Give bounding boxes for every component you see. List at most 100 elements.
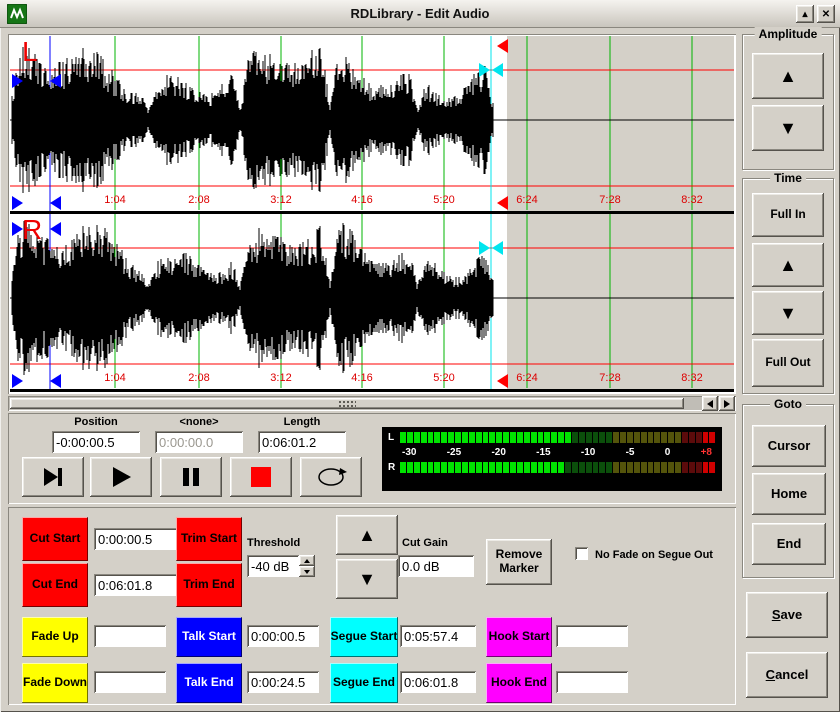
segue-end-field[interactable] (400, 671, 476, 693)
threshold-spinbox[interactable] (247, 555, 315, 577)
close-button[interactable]: ✕ (817, 5, 835, 23)
threshold-field[interactable] (247, 555, 299, 577)
scroll-right-icon (724, 400, 734, 408)
up-arrow-icon: ▲ (358, 525, 376, 546)
marker-panel: Cut Start Cut End Trim Start Trim End Th… (8, 507, 736, 705)
time-zoom-in-button[interactable]: ▲ (752, 243, 824, 287)
position-readout: Position (48, 416, 144, 453)
no-fade-checkbox[interactable] (575, 547, 588, 560)
waveform-channel-right[interactable]: R 1:042:083:124:165:206:247:288:32 (10, 214, 734, 392)
marker-readout: <none> (151, 416, 247, 453)
threshold-label: Threshold (247, 537, 300, 549)
scroll-left-icon (703, 400, 713, 408)
position-field[interactable] (52, 431, 140, 453)
marker-readout-field (155, 431, 243, 453)
meter-right-label: R (388, 462, 400, 473)
window-title: RDLibrary - Edit Audio (0, 6, 840, 21)
down-arrow-icon: ▼ (358, 569, 376, 590)
cut-gain-field[interactable] (398, 555, 474, 577)
gain-up-button[interactable]: ▲ (336, 515, 398, 555)
goto-group: Goto Cursor Home End (742, 404, 834, 578)
meter-scale-label: -5 (626, 447, 635, 458)
time-full-in-button[interactable]: Full In (752, 193, 824, 237)
up-arrow-icon: ▲ (779, 66, 797, 87)
meter-scale-label: -25 (447, 447, 461, 458)
fade-down-field[interactable] (94, 671, 166, 693)
hook-end-field[interactable] (556, 671, 628, 693)
scroll-left-button[interactable] (702, 396, 718, 411)
time-full-out-button[interactable]: Full Out (752, 339, 824, 387)
down-arrow-icon: ▼ (779, 303, 797, 324)
threshold-spin-up-button[interactable] (299, 555, 315, 566)
loop-button[interactable] (300, 457, 362, 497)
gain-down-button[interactable]: ▼ (336, 559, 398, 599)
segue-end-button[interactable]: Segue End (330, 663, 398, 703)
waveform-panel[interactable]: L 1:042:083:124:165:206:247:288:32 R 1:0… (8, 34, 736, 394)
meter-scale-label: -15 (536, 447, 550, 458)
waveform-scrollbar[interactable] (8, 396, 736, 411)
hook-end-button[interactable]: Hook End (486, 663, 552, 703)
length-label: Length (254, 416, 350, 430)
pause-button[interactable] (160, 457, 222, 497)
trim-end-button[interactable]: Trim End (176, 563, 242, 607)
up-arrow-icon: ▲ (779, 255, 797, 276)
goto-cursor-button[interactable]: Cursor (752, 425, 826, 467)
time-zoom-out-button[interactable]: ▼ (752, 291, 824, 335)
length-field[interactable] (258, 431, 346, 453)
cut-end-field[interactable] (94, 574, 178, 596)
audio-meter: L -30-25-20-15-10-50+8 R (382, 427, 722, 491)
shade-button[interactable]: ▴ (796, 5, 814, 23)
cut-start-field[interactable] (94, 528, 178, 550)
spin-up-icon (304, 556, 310, 563)
cancel-button[interactable]: Cancel (746, 652, 828, 698)
waveform-left-display[interactable] (10, 36, 734, 214)
stop-icon (247, 463, 275, 491)
shade-icon: ▴ (802, 9, 807, 20)
meter-scale-label: -30 (402, 447, 416, 458)
scroll-right-button[interactable] (719, 396, 735, 411)
close-icon: ✕ (822, 9, 830, 20)
fade-up-button[interactable]: Fade Up (22, 617, 88, 657)
play-icon (107, 463, 135, 491)
segue-start-field[interactable] (400, 625, 476, 647)
trim-start-button[interactable]: Trim Start (176, 517, 242, 561)
amplitude-up-button[interactable]: ▲ (752, 53, 824, 99)
hook-start-field[interactable] (556, 625, 628, 647)
amplitude-down-button[interactable]: ▼ (752, 105, 824, 151)
talk-start-field[interactable] (247, 625, 319, 647)
play-button[interactable] (90, 457, 152, 497)
goto-end-button[interactable]: End (752, 523, 826, 565)
meter-scale: -30-25-20-15-10-50+8 (388, 445, 716, 460)
segue-start-button[interactable]: Segue Start (330, 617, 398, 657)
scrollbar-thumb[interactable] (10, 398, 684, 409)
transport-panel: Position <none> Length L -30-25-20-15-10… (8, 413, 736, 504)
loop-icon (314, 463, 348, 491)
meter-right-bar (400, 462, 716, 473)
talk-end-button[interactable]: Talk End (176, 663, 242, 703)
cut-start-button[interactable]: Cut Start (22, 517, 88, 561)
time-group-label: Time (770, 171, 806, 185)
stop-button[interactable] (230, 457, 292, 497)
hook-start-button[interactable]: Hook Start (486, 617, 552, 657)
talk-end-field[interactable] (247, 671, 319, 693)
save-button[interactable]: Save (746, 592, 828, 638)
play-from-start-button[interactable] (22, 457, 84, 497)
fade-up-field[interactable] (94, 625, 166, 647)
goto-home-button[interactable]: Home (752, 473, 826, 515)
waveform-channel-left[interactable]: L 1:042:083:124:165:206:247:288:32 (10, 36, 734, 214)
waveform-right-display[interactable] (10, 214, 734, 392)
pause-icon (177, 463, 205, 491)
cut-gain-label: Cut Gain (402, 537, 448, 549)
cut-end-button[interactable]: Cut End (22, 563, 88, 607)
meter-left-bar (400, 432, 716, 443)
meter-scale-label: +8 (701, 447, 712, 458)
titlebar: RDLibrary - Edit Audio ▴ ✕ (0, 0, 840, 28)
time-group: Time Full In ▲ ▼ Full Out (742, 178, 834, 394)
remove-marker-button[interactable]: Remove Marker (486, 539, 552, 585)
goto-group-label: Goto (770, 397, 806, 411)
talk-start-button[interactable]: Talk Start (176, 617, 242, 657)
fade-down-button[interactable]: Fade Down (22, 663, 88, 703)
play-from-start-icon (39, 463, 67, 491)
length-readout: Length (254, 416, 350, 453)
threshold-spin-down-button[interactable] (299, 566, 315, 577)
